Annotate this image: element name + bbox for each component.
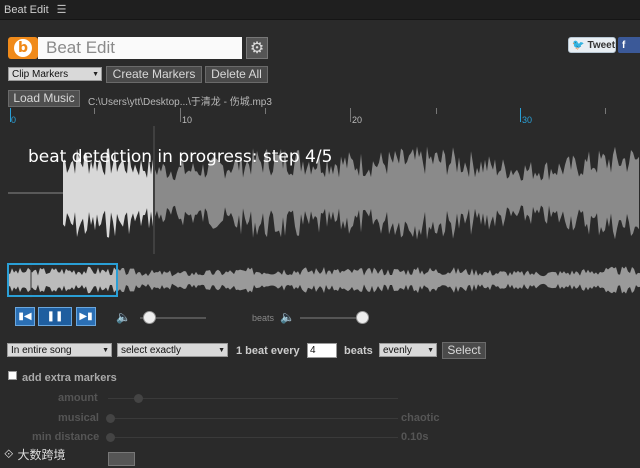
pause-icon[interactable]: ❚❚ bbox=[38, 307, 72, 326]
beat-every-input[interactable]: 4 bbox=[307, 343, 337, 358]
volume-slider-knob[interactable] bbox=[143, 311, 156, 324]
ruler-tick bbox=[180, 108, 181, 122]
volume-icon: 🔈 bbox=[116, 310, 131, 324]
load-music-button[interactable]: Load Music bbox=[8, 90, 80, 107]
musical-slider-track bbox=[108, 418, 398, 419]
ruler-tick bbox=[350, 108, 351, 122]
add-extra-markers-label: add extra markers bbox=[22, 372, 117, 384]
facebook-letter: f bbox=[622, 39, 626, 51]
time-ruler: 0 10 20 30 bbox=[8, 108, 640, 126]
file-path: C:\Users\ytt\Desktop...\于清龙 - 伤城.mp3 bbox=[88, 97, 272, 108]
gear-icon[interactable]: ⚙ bbox=[246, 37, 268, 59]
window-title: Beat Edit bbox=[4, 3, 49, 16]
ruler-tick bbox=[520, 108, 521, 122]
ruler-label: 10 bbox=[182, 115, 193, 125]
ruler-tick bbox=[265, 108, 266, 114]
hamburger-icon[interactable]: ☰ bbox=[57, 3, 67, 16]
ruler-tick bbox=[436, 108, 437, 114]
overview-selection-handle[interactable] bbox=[7, 263, 118, 297]
scope-select[interactable]: In entire song bbox=[7, 343, 112, 357]
tweet-button[interactable]: 🐦 Tweet bbox=[568, 37, 616, 53]
delete-all-button[interactable]: Delete All bbox=[205, 66, 268, 83]
min-distance-label: min distance bbox=[32, 431, 100, 443]
tweet-label: Tweet bbox=[587, 39, 616, 51]
beats-volume-icon: 🔈 bbox=[280, 310, 295, 324]
min-distance-value: 0.10s bbox=[401, 431, 429, 443]
marker-type-select[interactable]: Clip Markers bbox=[8, 67, 102, 81]
beats-unit-label: beats bbox=[344, 345, 373, 357]
beats-volume-label: beats bbox=[252, 313, 275, 323]
app-logo-icon: b bbox=[8, 37, 38, 59]
beats-volume-knob[interactable] bbox=[356, 311, 369, 324]
amount-slider-knob bbox=[134, 394, 143, 403]
mode-select[interactable]: select exactly bbox=[117, 343, 228, 357]
select-button[interactable]: Select bbox=[442, 342, 486, 359]
chaotic-label: chaotic bbox=[401, 412, 440, 424]
color-swatch[interactable] bbox=[108, 452, 135, 466]
min-distance-slider-track bbox=[108, 437, 398, 438]
ruler-label: 0 bbox=[11, 115, 17, 125]
musical-label: musical bbox=[58, 412, 99, 424]
main-waveform[interactable] bbox=[8, 126, 640, 254]
skip-previous-icon[interactable]: ▮◀ bbox=[15, 307, 35, 326]
distribution-select[interactable]: evenly bbox=[379, 343, 437, 357]
twitter-icon: 🐦 bbox=[572, 39, 585, 51]
watermark-logo-icon: ⟐ bbox=[4, 447, 14, 461]
min-distance-slider-knob bbox=[106, 433, 115, 442]
ruler-tick bbox=[94, 108, 95, 114]
watermark-text: 大数跨境 bbox=[17, 448, 66, 462]
watermark: ⟐ 大数跨境 bbox=[4, 446, 65, 463]
add-extra-markers-checkbox[interactable] bbox=[8, 371, 17, 380]
create-markers-button[interactable]: Create Markers bbox=[106, 66, 202, 83]
app-window: Beat Edit ☰ b Beat Edit ⚙ 🐦 Tweet f Clip … bbox=[0, 0, 640, 468]
amount-slider-track bbox=[108, 398, 398, 399]
amount-label: amount bbox=[58, 392, 98, 404]
facebook-button[interactable]: f bbox=[618, 37, 640, 53]
ruler-label: 20 bbox=[352, 115, 363, 125]
title-bar: Beat Edit ☰ bbox=[0, 0, 640, 20]
skip-next-icon[interactable]: ▶▮ bbox=[76, 307, 96, 326]
app-name: Beat Edit bbox=[38, 37, 242, 59]
status-message: beat detection in progress: step 4/5 bbox=[28, 147, 333, 167]
waveform-remaining bbox=[118, 266, 640, 294]
logo-letter: b bbox=[14, 39, 32, 57]
ruler-tick bbox=[605, 108, 606, 114]
musical-slider-knob bbox=[106, 414, 115, 423]
ruler-label: 30 bbox=[522, 115, 533, 125]
beat-every-label: 1 beat every bbox=[236, 345, 300, 357]
